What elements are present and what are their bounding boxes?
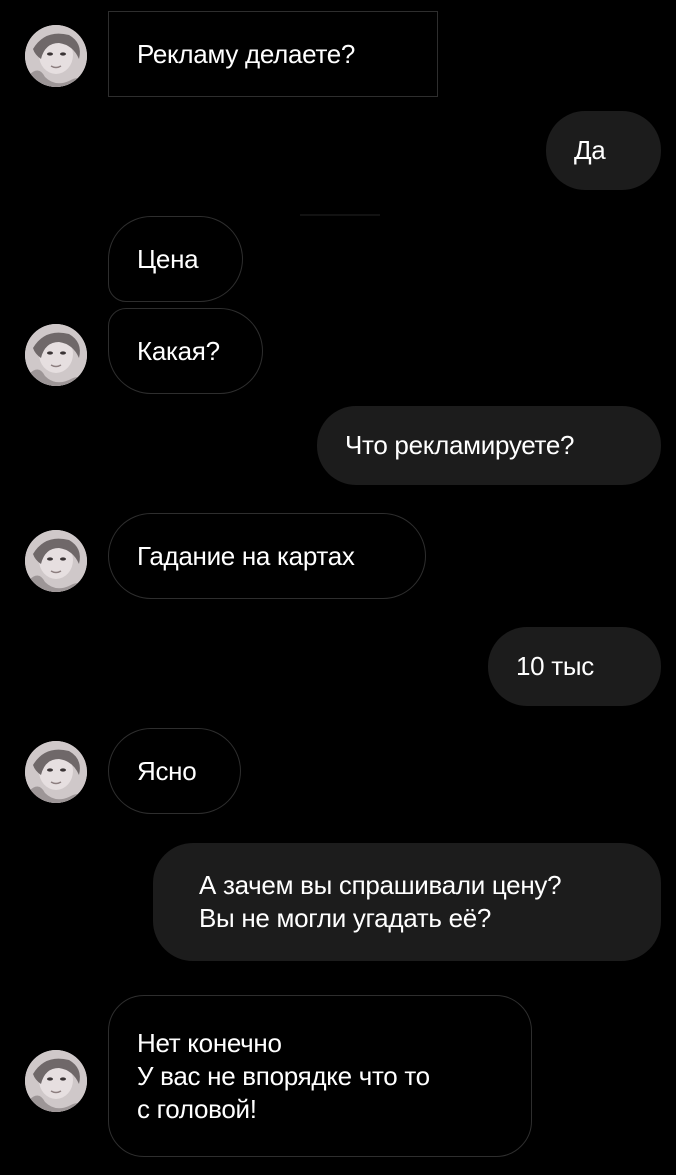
message-text: Да <box>574 135 606 165</box>
message-bubble-incoming[interactable]: Какая? <box>108 308 263 394</box>
message-text: Что рекламируете? <box>345 430 575 460</box>
message-text: Какая? <box>137 335 220 366</box>
avatar-icon[interactable] <box>25 324 87 386</box>
message-text: А зачем вы спрашивали цену? Вы не могли … <box>199 870 562 933</box>
message-bubble-outgoing[interactable]: Да <box>546 111 661 190</box>
message-text: Рекламу делаете? <box>137 38 356 69</box>
message-text: Ясно <box>137 755 197 786</box>
message-bubble-outgoing[interactable]: Что рекламируете? <box>317 406 661 485</box>
divider <box>300 214 380 216</box>
message-bubble-incoming[interactable]: Рекламу делаете? <box>108 11 438 97</box>
avatar-icon[interactable] <box>25 1050 87 1112</box>
message-bubble-outgoing[interactable]: 10 тыс <box>488 627 661 706</box>
avatar-icon[interactable] <box>25 741 87 803</box>
message-text: 10 тыс <box>516 651 594 681</box>
message-bubble-outgoing[interactable]: А зачем вы спрашивали цену? Вы не могли … <box>153 843 661 961</box>
avatar-icon[interactable] <box>25 25 87 87</box>
message-bubble-incoming[interactable]: Нет конечно У вас не впорядке что то с г… <box>108 995 532 1157</box>
message-bubble-incoming[interactable]: Гадание на картах <box>108 513 426 599</box>
avatar-icon[interactable] <box>25 530 87 592</box>
message-bubble-incoming[interactable]: Ясно <box>108 728 241 814</box>
message-text: Гадание на картах <box>137 540 355 571</box>
message-text: Цена <box>137 243 199 274</box>
message-bubble-incoming[interactable]: Цена <box>108 216 243 302</box>
message-text: Нет конечно У вас не впорядке что то с г… <box>137 1027 430 1124</box>
